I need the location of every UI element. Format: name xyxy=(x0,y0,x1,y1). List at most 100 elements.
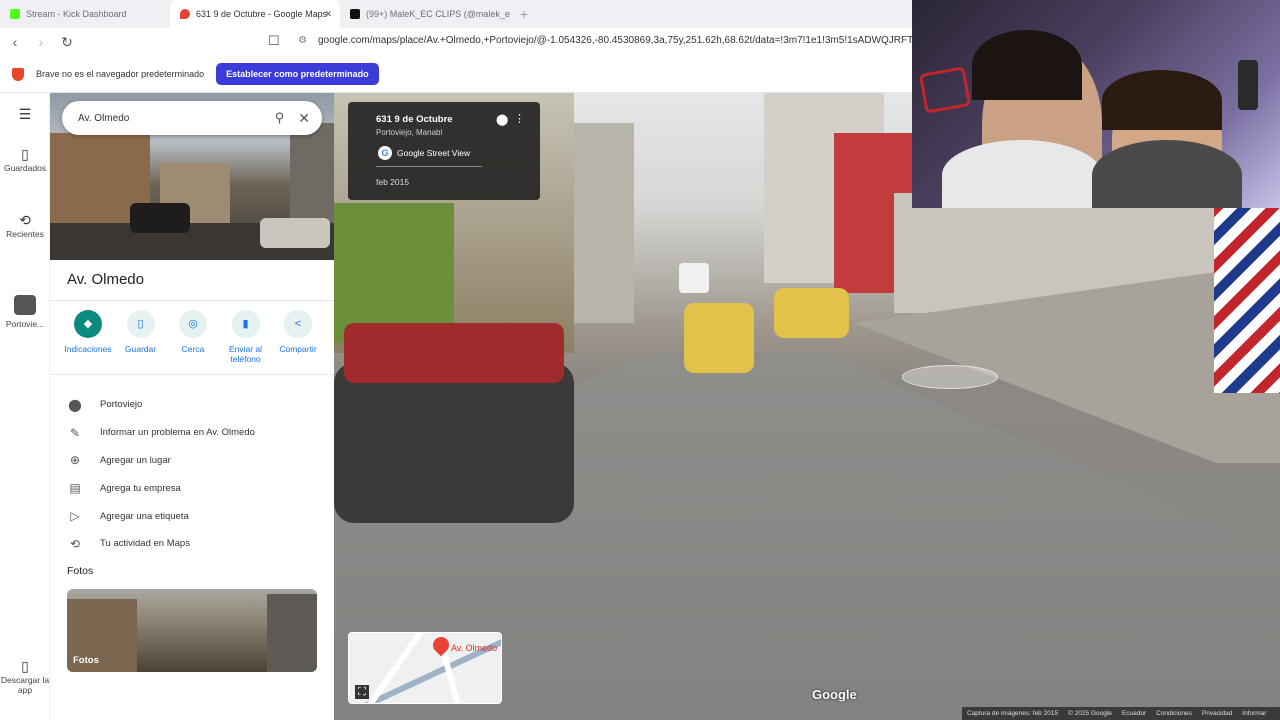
divider xyxy=(50,374,334,375)
capture-date[interactable]: feb 2015 xyxy=(376,177,409,187)
search-box[interactable]: Av. Olmedo ⚲ ✕ xyxy=(62,101,322,135)
photo-label: Fotos xyxy=(73,655,99,666)
menu-button[interactable]: ☰ xyxy=(0,106,50,123)
streetview-title: 631 9 de Octubre xyxy=(376,114,453,125)
streetview-subtitle: Portoviejo, Manabí xyxy=(376,128,443,137)
history-icon: ⟲ xyxy=(69,536,81,551)
new-tab-icon[interactable]: + xyxy=(510,0,538,28)
photo-thumbnail[interactable]: Fotos xyxy=(67,589,317,672)
history-icon: ⟲ xyxy=(19,212,31,228)
tab-title: Stream - Kick Dashboard xyxy=(26,9,127,19)
rail-download-app[interactable]: ▯ Descargar la app xyxy=(0,658,50,695)
location-pin-icon[interactable]: ⬤ xyxy=(496,113,508,126)
action-label: Indicaciones xyxy=(64,344,112,354)
close-icon[interactable]: ✕ xyxy=(298,110,310,127)
bookmark-icon: ▯ xyxy=(126,310,155,338)
map-footer: Captura de imágenes: feb 2015 © 2025 Goo… xyxy=(962,707,1280,720)
nearby-icon: ◎ xyxy=(179,310,207,338)
google-g-icon: G xyxy=(378,146,392,160)
phone-icon: ▯ xyxy=(21,658,29,674)
divider xyxy=(50,300,334,301)
rail-label: Portovie... xyxy=(5,319,45,329)
recent-place-icon xyxy=(14,295,36,315)
streetview-info-card: 631 9 de Octubre Portoviejo, Manabí ⬤ ⋮ … xyxy=(348,102,540,200)
default-browser-infobar: Brave no es el navegador predeterminado … xyxy=(0,56,912,93)
list-item[interactable]: ⊕ Agregar un lugar xyxy=(67,447,327,475)
site-settings-icon[interactable]: ⚙ xyxy=(298,35,307,46)
save-button[interactable]: ▯ Guardar xyxy=(115,310,167,364)
close-tab-icon[interactable]: ✕ xyxy=(324,9,332,20)
search-icon[interactable]: ⚲ xyxy=(275,110,285,126)
action-label: Guardar xyxy=(124,344,157,354)
copyright: © 2025 Google xyxy=(1068,710,1112,717)
divider xyxy=(376,166,482,167)
share-button[interactable]: < Compartir xyxy=(272,310,324,364)
kick-favicon-icon xyxy=(10,9,20,19)
tiktok-favicon-icon xyxy=(350,9,360,19)
minimap[interactable]: Av. Olmedo ⛶ xyxy=(348,632,502,704)
bookmark-icon: ▯ xyxy=(21,146,29,162)
send-to-phone-icon: ▮ xyxy=(231,310,260,338)
nearby-button[interactable]: ◎ Cerca xyxy=(167,310,219,364)
report-link[interactable]: Informar xyxy=(1242,710,1266,717)
streetview-brand: Google Street View xyxy=(397,148,471,158)
directions-button[interactable]: ◆ Indicaciones xyxy=(62,310,114,364)
action-buttons: ◆ Indicaciones ▯ Guardar ◎ Cerca ▮ Envia… xyxy=(62,310,324,364)
action-label: Cerca xyxy=(181,344,205,354)
back-icon[interactable]: ‹ xyxy=(4,34,26,50)
set-default-button[interactable]: Establecer como predeterminado xyxy=(216,63,379,85)
rail-label: Recientes xyxy=(6,229,44,239)
rail-recents[interactable]: ⟲ Recientes xyxy=(0,212,50,239)
bookmark-page-icon[interactable]: ☐ xyxy=(268,33,280,49)
maps-favicon-icon xyxy=(180,9,190,19)
add-place-icon: ⊕ xyxy=(69,453,81,468)
tab-kick-dashboard[interactable]: Stream - Kick Dashboard xyxy=(0,0,170,28)
label-icon: ▷ xyxy=(70,509,80,524)
business-icon: ▤ xyxy=(69,481,81,496)
details-list: ⬤ Portoviejo ✎ Informar un problema en Av.… xyxy=(67,391,327,558)
expand-icon[interactable]: ⛶ xyxy=(355,685,369,699)
privacy-link[interactable]: Privacidad xyxy=(1202,710,1232,717)
tab-bar: Stream - Kick Dashboard 631 9 de Octubre… xyxy=(0,0,912,28)
share-icon: < xyxy=(284,310,312,338)
google-logo: Google xyxy=(812,687,857,702)
action-label: Compartir xyxy=(279,344,317,354)
address-bar: ‹ › ↻ ☐ ⚙ google.com/maps/place/Av.+Olme… xyxy=(0,28,912,56)
action-label: Enviar al teléfono xyxy=(228,344,263,364)
rail-saved[interactable]: ▯ Guardados xyxy=(0,146,50,173)
imagery-date: Captura de imágenes: feb 2015 xyxy=(967,710,1059,717)
infobar-message: Brave no es el navegador predeterminado xyxy=(36,69,205,79)
more-options-icon[interactable]: ⋮ xyxy=(514,112,525,125)
url-field[interactable]: google.com/maps/place/Av.+Olmedo,+Portov… xyxy=(318,35,912,46)
pencil-icon: ✎ xyxy=(69,425,81,440)
rail-label: Descargar la app xyxy=(0,675,50,695)
minimap-label: Av. Olmedo xyxy=(451,643,498,653)
tab-tiktok[interactable]: (99+) MaleK_EC CLIPS (@malek_ec.clips) xyxy=(340,0,510,28)
terms-link[interactable]: Condiciones xyxy=(1156,710,1192,717)
webcam-overlay xyxy=(912,0,1280,208)
tab-title: 631 9 de Octubre - Google Maps xyxy=(196,9,328,19)
navigation-arrow-icon[interactable] xyxy=(902,365,998,389)
rail-recent-place[interactable]: Portovie... xyxy=(0,295,50,329)
menu-icon: ☰ xyxy=(18,106,32,122)
rail-label: Guardados xyxy=(3,163,47,173)
list-item[interactable]: ✎ Informar un problema en Av. Olmedo xyxy=(67,419,327,447)
place-title: Av. Olmedo xyxy=(67,271,144,288)
region-link[interactable]: Ecuador xyxy=(1122,710,1146,717)
list-item[interactable]: ▷ Agregar una etiqueta xyxy=(67,502,327,530)
forward-icon[interactable]: › xyxy=(30,34,52,50)
photos-heading: Fotos xyxy=(67,565,94,577)
location-icon: ⬤ xyxy=(68,397,82,412)
reload-icon[interactable]: ↻ xyxy=(56,34,78,51)
send-to-phone-button[interactable]: ▮ Enviar al teléfono xyxy=(220,310,272,364)
maps-side-rail: ☰ ▯ Guardados ⟲ Recientes Portovie... ▯ … xyxy=(0,93,50,720)
directions-icon: ◆ xyxy=(74,310,102,338)
list-item[interactable]: ⬤ Portoviejo xyxy=(67,391,327,419)
list-item[interactable]: ⟲ Tu actividad en Maps xyxy=(67,530,327,558)
map-pin-icon xyxy=(429,633,453,657)
search-input[interactable]: Av. Olmedo xyxy=(78,113,275,124)
list-item[interactable]: ▤ Agrega tu empresa xyxy=(67,474,327,502)
brave-shield-icon xyxy=(12,67,24,81)
place-panel: Av. Olmedo ⚲ ✕ Av. Olmedo ◆ Indicaciones… xyxy=(50,93,334,720)
tab-google-maps[interactable]: 631 9 de Octubre - Google Maps ✕ xyxy=(170,0,340,28)
